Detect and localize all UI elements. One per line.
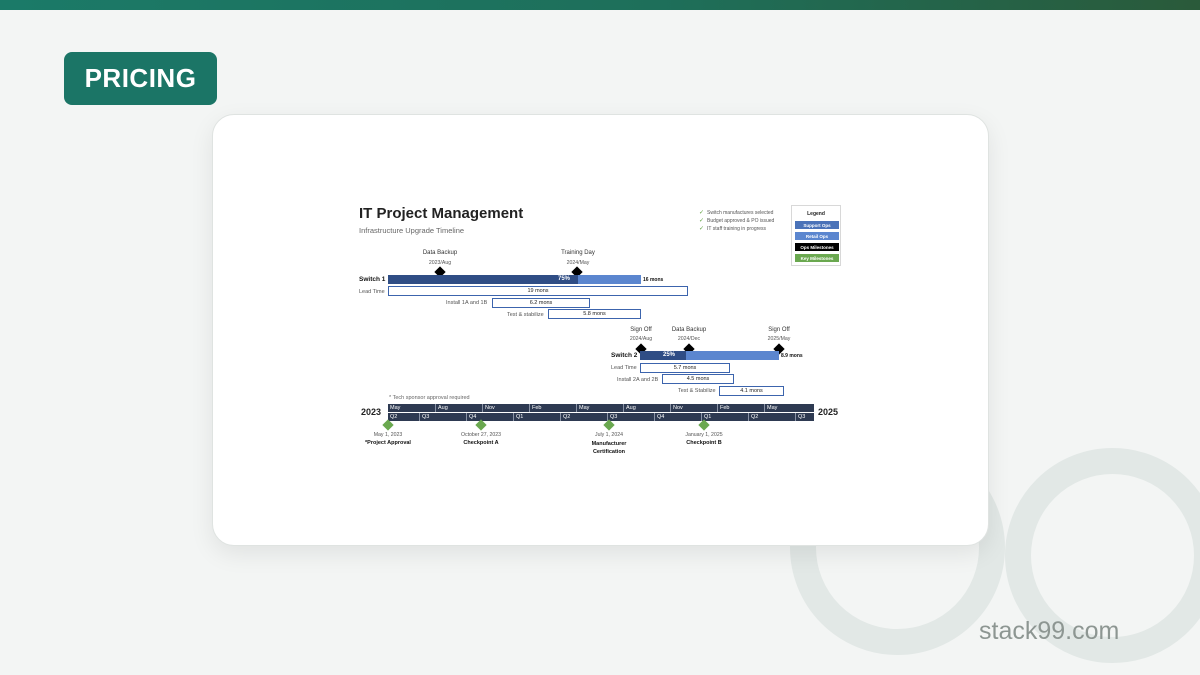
legend-item-ops-milestones: Ops Milestones [795,243,839,251]
brand-watermark: stack99.com [979,617,1120,645]
key-milestone-date: January 1, 2025 [685,432,723,438]
timeline-card: IT Project Management Infrastructure Upg… [212,114,989,546]
switch1-percent: 75% [558,276,571,282]
month-cell: Nov [670,404,683,412]
checklist: ✓ Switch manufactures selected ✓ Budget ap… [699,209,775,233]
key-milestone-name: Checkpoint A [463,440,499,446]
task-label: Lead Time [359,289,385,295]
milestone-date: 2024/May [566,260,590,266]
check-icon: ✓ [699,210,705,216]
milestone-date: 2024/Dec [677,336,701,342]
key-milestone-diamond [603,419,615,431]
month-cell: Feb [717,404,729,412]
legend-item-retail-ops: Retail Ops [795,232,839,240]
check-icon: ✓ [699,218,705,224]
milestone-date: 2025/May [767,336,791,342]
task-label: Test & Stabilize [678,388,716,394]
task-label: Test & stabilize [507,312,544,318]
timeline-quarters-row: Q2 Q3 Q4 Q1 Q2 Q3 Q4 Q1 Q2 Q3 [388,413,814,421]
task-bar: 4.1 mons [719,386,784,396]
task-bar: 5.8 mons [548,309,641,319]
key-milestone-name: Manufacturer Certification [591,441,627,455]
doc-subtitle: Infrastructure Upgrade Timeline [359,226,465,235]
legend: Legend Support Ops Retail Ops Ops Milest… [791,205,841,266]
legend-title: Legend [807,211,825,217]
switch2-label: Switch 2 [611,352,638,359]
task-bar: 6.2 mons [492,298,590,308]
key-milestone-name: Checkpoint B [686,440,722,446]
switch1-duration: 16 mons [643,277,664,283]
milestone-label: Data Backup [671,327,707,333]
timeline-start-year: 2023 [361,407,382,417]
timeline-months-row: May Aug Nov Feb May Aug Nov Feb May [388,404,814,412]
key-milestone-diamond [382,419,394,431]
quarter-cell: Q2 [560,413,570,421]
switch2-remaining-bar [686,351,779,360]
top-accent-bar [0,0,1200,10]
task-bar: 19 mons [388,286,688,296]
task-bar: 4.5 mons [662,374,734,384]
legend-item-support-ops: Support Ops [795,221,839,229]
task-bar: 5.7 mons [640,363,730,373]
legend-item-key-milestones: Key Milestones [795,254,839,262]
key-milestone-date: May 1, 2023 [373,432,403,438]
quarter-cell: Q3 [795,413,805,421]
switch2-duration: 8.9 mons [781,353,803,359]
checklist-item: ✓ Budget approved & PO issued [699,217,775,225]
switch1-progress-bar [388,275,578,284]
key-milestone-date: July 1, 2024 [595,432,623,438]
switch1-remaining-bar [578,275,641,284]
milestone-date: 2024/Aug [629,336,653,342]
checklist-item: ✓ Switch manufactures selected [699,209,774,217]
month-cell: Feb [529,404,541,412]
task-label: Lead Time [611,365,637,371]
quarter-cell: Q1 [513,413,523,421]
month-cell: May [764,404,777,412]
milestone-label: Data Backup [422,250,458,256]
key-milestone-date: October 27, 2023 [460,432,502,438]
quarter-cell: Q2 [748,413,758,421]
month-cell: Aug [435,404,448,412]
month-cell: May [576,404,589,412]
switch2-percent: 25% [663,352,676,358]
task-label: Install 2A and 2B [617,377,659,383]
timeline-end-year: 2025 [818,407,839,417]
task-label: Install 1A and 1B [446,300,488,306]
quarter-cell: Q4 [654,413,664,421]
key-milestone-diamond [475,419,487,431]
quarter-cell: Q4 [466,413,476,421]
milestone-label: Training Day [561,250,595,256]
quarter-cell: Q3 [419,413,429,421]
milestone-label: Sign Off [768,327,790,333]
doc-title: IT Project Management [359,205,524,222]
check-icon: ✓ [699,226,705,232]
milestone-date: 2023/Aug [428,260,452,266]
pricing-badge: PRICING [64,52,217,105]
key-milestone-name: *Project Approval [365,440,411,446]
month-cell: Nov [482,404,495,412]
key-milestone-diamond [698,419,710,431]
milestone-label: Sign Off [630,327,652,333]
approval-note: * Tech sponsor approval required [389,395,470,401]
month-cell: May [390,405,401,411]
month-cell: Aug [623,404,636,412]
checklist-item: ✓ IT staff training in progress [699,225,767,233]
switch1-label: Switch 1 [359,276,386,283]
